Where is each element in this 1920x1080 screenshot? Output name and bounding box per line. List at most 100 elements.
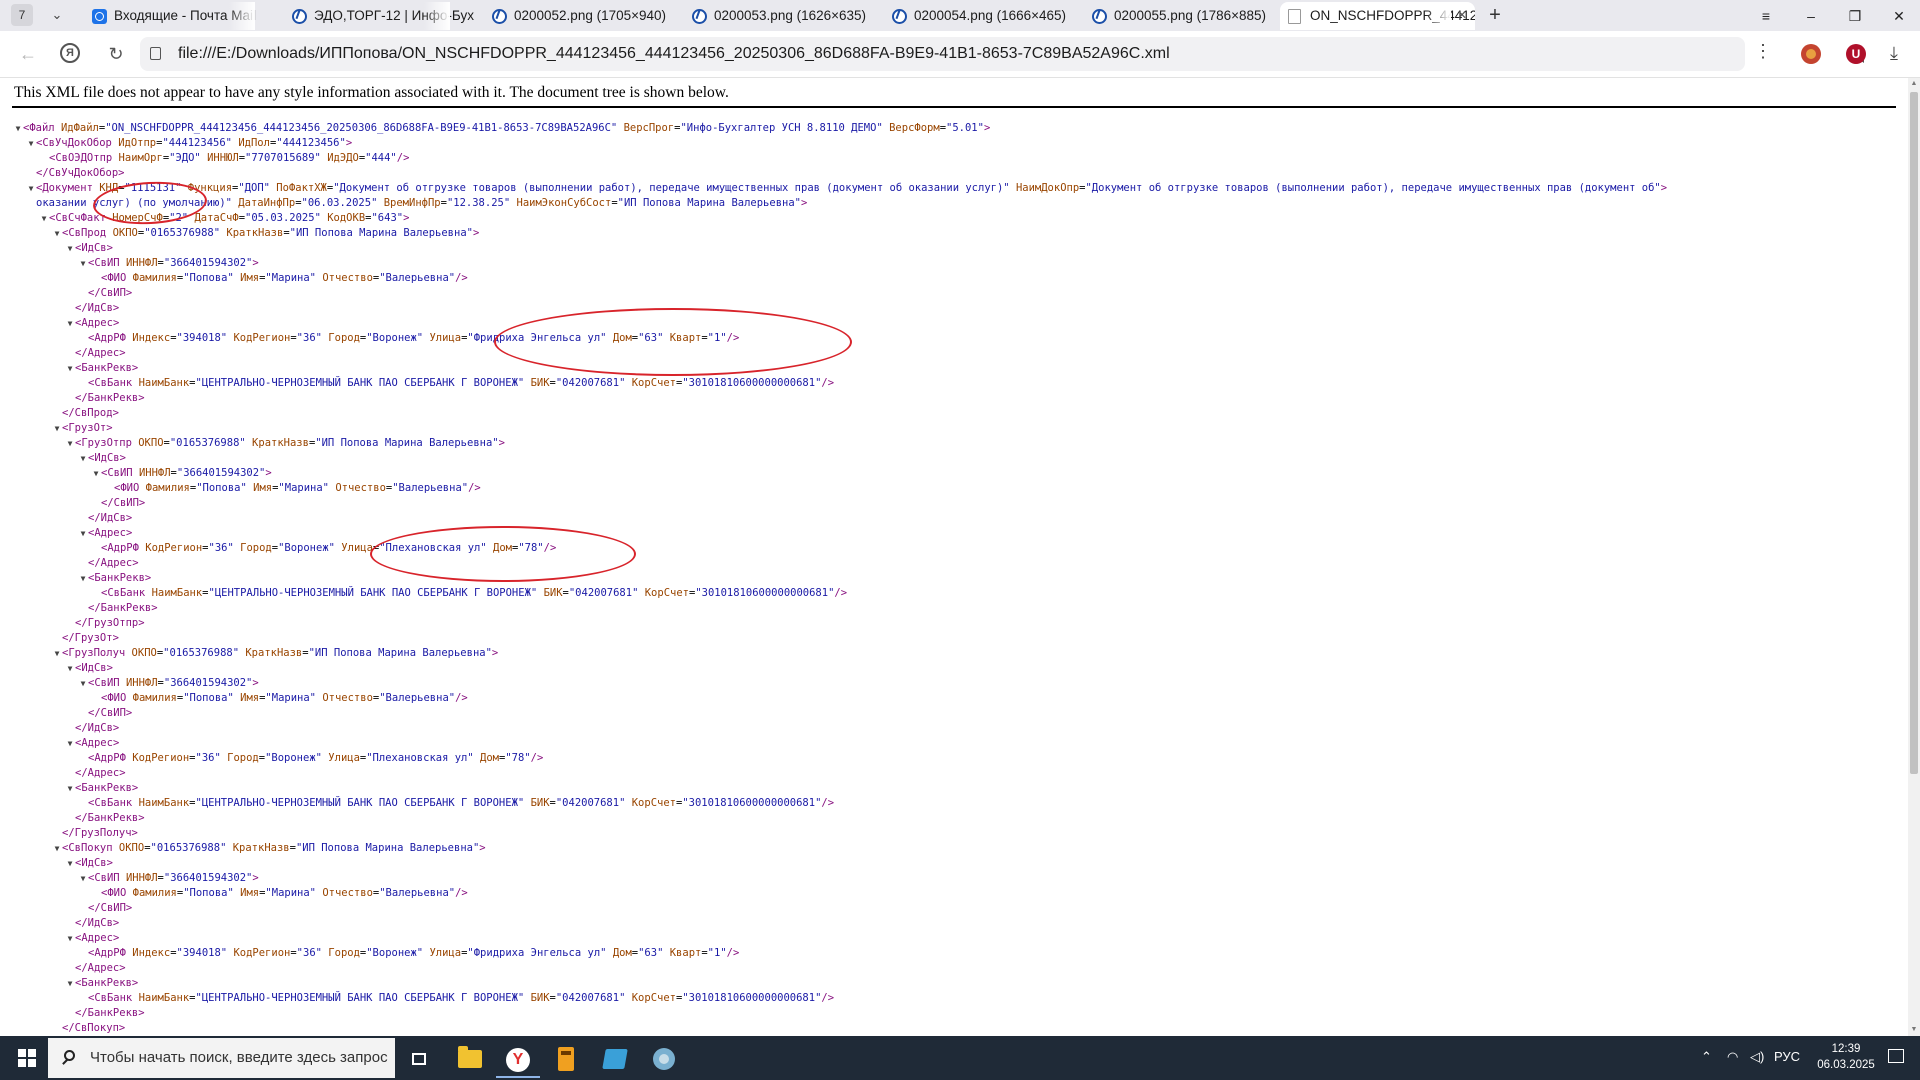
- task-view-icon[interactable]: [398, 1040, 442, 1078]
- tab-edo[interactable]: ЭДО,ТОРГ-12 | Инфо-Бухгалтер: [284, 2, 474, 30]
- yandex-button-icon[interactable]: Я: [60, 43, 80, 63]
- tab-title: 0200053.png (1626×635): [714, 8, 867, 23]
- file-explorer-icon[interactable]: [448, 1040, 492, 1078]
- expand-triangle-icon[interactable]: ▼: [65, 316, 75, 331]
- tab-mail[interactable]: Входящие - Почта Mail: [84, 2, 279, 30]
- xml-line[interactable]: ▼ <Документ КНД="1115131" Функция="ДОП" П…: [26, 181, 1668, 196]
- ublock-extension-icon[interactable]: U: [1846, 44, 1866, 64]
- calculator-icon[interactable]: [544, 1040, 588, 1078]
- xml-line[interactable]: ▼ <Адрес>: [65, 736, 120, 751]
- reload-icon[interactable]: ↻: [104, 42, 128, 66]
- close-window-button[interactable]: ✕: [1886, 6, 1912, 26]
- xml-line[interactable]: ▼ <СвУчДокОбор ИдОтпр="444123456" ИдПол="…: [26, 136, 353, 151]
- xml-attr-name: КраткНазв: [232, 842, 290, 854]
- expand-triangle-icon[interactable]: ▼: [13, 121, 23, 136]
- notifications-icon[interactable]: [1888, 1049, 1904, 1063]
- expand-triangle-icon[interactable]: ▼: [26, 181, 36, 196]
- xml-line[interactable]: ▼ <БанкРекв>: [65, 976, 139, 991]
- close-tab-icon[interactable]: ✕: [1457, 8, 1467, 22]
- tab-count-button[interactable]: 7: [11, 4, 33, 26]
- expand-triangle-icon[interactable]: ▼: [78, 676, 88, 691]
- volume-icon[interactable]: ◁): [1750, 1049, 1764, 1065]
- expand-triangle-icon[interactable]: ▼: [26, 136, 36, 151]
- scroll-down-arrow-icon[interactable]: ▼: [1908, 1024, 1920, 1036]
- vertical-scrollbar[interactable]: ▲ ▼: [1908, 78, 1920, 1036]
- expand-triangle-icon[interactable]: ▼: [39, 211, 49, 226]
- tab-list-chevron-icon[interactable]: ⌄: [48, 6, 66, 24]
- downloads-icon[interactable]: ⤓: [1890, 43, 1898, 64]
- xml-line[interactable]: ▼ <ГрузОт>: [52, 421, 113, 436]
- expand-triangle-icon[interactable]: ▼: [91, 466, 101, 481]
- tab-xml-active[interactable]: ON_NSCHFDOPPR_444123456_444123456_202503…: [1280, 2, 1475, 30]
- xml-line[interactable]: ▼ <СвИП ИННФЛ="366401594302">: [78, 871, 259, 886]
- expand-triangle-icon[interactable]: ▼: [78, 871, 88, 886]
- xml-line[interactable]: ▼ <ИдСв>: [65, 661, 113, 676]
- expand-triangle-icon[interactable]: ▼: [78, 571, 88, 586]
- tray-chevron-icon[interactable]: ⌃: [1701, 1049, 1712, 1065]
- xml-line[interactable]: ▼ <ИдСв>: [78, 451, 126, 466]
- expand-triangle-icon[interactable]: ▼: [52, 421, 62, 436]
- expand-triangle-icon[interactable]: ▼: [65, 241, 75, 256]
- tab-image-0200055[interactable]: 0200055.png (1786×885): [1084, 2, 1274, 30]
- language-indicator[interactable]: РУС: [1774, 1049, 1800, 1064]
- xml-attr-value: "36": [296, 332, 322, 344]
- network-icon[interactable]: ◠: [1727, 1049, 1738, 1065]
- expand-triangle-icon[interactable]: ▼: [65, 931, 75, 946]
- yandex-browser-icon[interactable]: Y: [496, 1040, 540, 1078]
- xml-line[interactable]: ▼ <СвСчФакт НомерСчФ="2" ДатаСчФ="05.03.2…: [39, 211, 410, 226]
- browser-menu-icon[interactable]: ≡: [1753, 6, 1779, 26]
- expand-triangle-icon[interactable]: ▼: [65, 781, 75, 796]
- expand-triangle-icon[interactable]: ▼: [52, 646, 62, 661]
- xml-attr-name: Отчество: [322, 887, 373, 899]
- xml-viewer-page: This XML file does not appear to have an…: [0, 78, 1908, 1036]
- clock[interactable]: 12:39 06.03.2025: [1816, 1041, 1876, 1073]
- xml-tag-end: >: [119, 452, 126, 464]
- back-arrow-icon[interactable]: ←: [16, 42, 40, 66]
- expand-triangle-icon[interactable]: ▼: [65, 856, 75, 871]
- expand-triangle-icon[interactable]: ▼: [65, 361, 75, 376]
- xml-line[interactable]: ▼ <СвПрод ОКПО="0165376988" КраткНазв="ИП…: [52, 226, 480, 241]
- new-tab-button[interactable]: +: [1484, 4, 1506, 26]
- xml-line[interactable]: ▼ <СвПокуп ОКПО="0165376988" КраткНазв="И…: [52, 841, 486, 856]
- expand-triangle-icon[interactable]: ▼: [65, 661, 75, 676]
- url-field[interactable]: file:///E:/Downloads/ИППопова/ON_NSCHFDO…: [140, 37, 1864, 71]
- expand-triangle-icon[interactable]: ▼: [65, 736, 75, 751]
- expand-triangle-icon[interactable]: ▼: [65, 976, 75, 991]
- xml-line[interactable]: ▼ <ГрузПолуч ОКПО="0165376988" КраткНазв=…: [52, 646, 499, 661]
- xml-line[interactable]: ▼ <Адрес>: [65, 316, 120, 331]
- xml-tag-end: >: [403, 212, 410, 224]
- more-options-icon[interactable]: ⋮: [1754, 41, 1772, 62]
- notebook-app-icon[interactable]: [592, 1040, 636, 1078]
- tab-image-0200054[interactable]: 0200054.png (1666×465): [884, 2, 1079, 30]
- windows-start-icon[interactable]: [18, 1049, 36, 1067]
- xml-line[interactable]: ▼ <ГрузОтпр ОКПО="0165376988" КраткНазв="…: [65, 436, 505, 451]
- expand-triangle-icon[interactable]: ▼: [65, 436, 75, 451]
- taskbar-search-box[interactable]: Чтобы начать поиск, введите здесь запрос: [48, 1038, 395, 1078]
- xml-line[interactable]: ▼ <СвИП ИННФЛ="366401594302">: [78, 256, 259, 271]
- xml-line[interactable]: ▼ <Файл ИдФайл="ON_NSCHFDOPPR_444123456_4…: [13, 121, 991, 136]
- xml-attr-value: "30101810600000000681": [682, 377, 822, 389]
- tab-image-0200052[interactable]: 0200052.png (1705×940): [484, 2, 679, 30]
- expand-triangle-icon[interactable]: ▼: [78, 526, 88, 541]
- xml-line: <АдрРФ Индекс="394018" КодРегион="36" Го…: [78, 331, 739, 346]
- scrollbar-thumb[interactable]: [1910, 92, 1918, 774]
- expand-triangle-icon[interactable]: ▼: [78, 256, 88, 271]
- expand-triangle-icon[interactable]: ▼: [52, 841, 62, 856]
- extension-icon[interactable]: [1801, 44, 1821, 64]
- scroll-up-arrow-icon[interactable]: ▲: [1908, 78, 1920, 90]
- xml-line[interactable]: ▼ <Адрес>: [65, 931, 120, 946]
- expand-triangle-icon[interactable]: ▼: [78, 451, 88, 466]
- xml-line[interactable]: ▼ <БанкРекв>: [78, 571, 152, 586]
- settings-app-icon[interactable]: [642, 1040, 686, 1078]
- minimize-button[interactable]: –: [1798, 6, 1824, 26]
- xml-line[interactable]: ▼ <Адрес>: [78, 526, 133, 541]
- xml-line[interactable]: ▼ <ИдСв>: [65, 856, 113, 871]
- xml-line[interactable]: ▼ <ИдСв>: [65, 241, 113, 256]
- expand-triangle-icon[interactable]: ▼: [52, 226, 62, 241]
- xml-line[interactable]: ▼ <СвИП ИННФЛ="366401594302">: [91, 466, 272, 481]
- xml-line[interactable]: ▼ <БанкРекв>: [65, 781, 139, 796]
- xml-line[interactable]: ▼ <СвИП ИННФЛ="366401594302">: [78, 676, 259, 691]
- xml-line[interactable]: ▼ <БанкРекв>: [65, 361, 139, 376]
- tab-image-0200053[interactable]: 0200053.png (1626×635): [684, 2, 879, 30]
- restore-button[interactable]: ❐: [1842, 6, 1868, 26]
